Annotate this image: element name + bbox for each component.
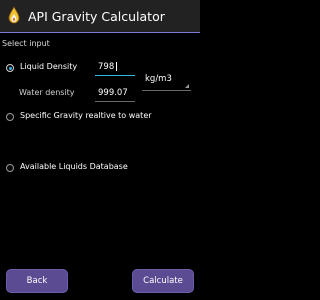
radio-label-specific-gravity[interactable]: Specific Gravity realtive to water [20,111,152,120]
unit-spinner-underline [142,90,191,91]
section-header: Select input [2,39,50,48]
water-density-input[interactable]: 999.07 [98,88,128,98]
app-title: API Gravity Calculator [28,9,165,24]
radio-specific-gravity[interactable] [6,113,14,121]
back-button[interactable]: Back [6,269,68,293]
liquid-density-input-underline [95,75,135,76]
radio-liquids-database[interactable] [6,164,14,172]
radio-liquid-density[interactable] [6,64,14,72]
action-bar: API Gravity Calculator [0,0,200,32]
calculate-button[interactable]: Calculate [132,269,194,293]
radio-label-liquid-density[interactable]: Liquid Density [20,62,77,71]
spinner-arrow-icon [185,84,189,88]
water-density-label: Water density [19,88,75,97]
flame-drop-icon [8,6,20,24]
app-screen: API Gravity Calculator Select input Liqu… [0,0,200,300]
water-density-input-underline [95,101,135,102]
liquid-density-input[interactable]: 798 [98,62,114,72]
text-cursor [116,62,117,71]
action-bar-divider [0,32,200,33]
unit-spinner[interactable]: kg/m3 [145,74,172,84]
radio-label-liquids-database[interactable]: Available Liquids Database [20,162,128,171]
